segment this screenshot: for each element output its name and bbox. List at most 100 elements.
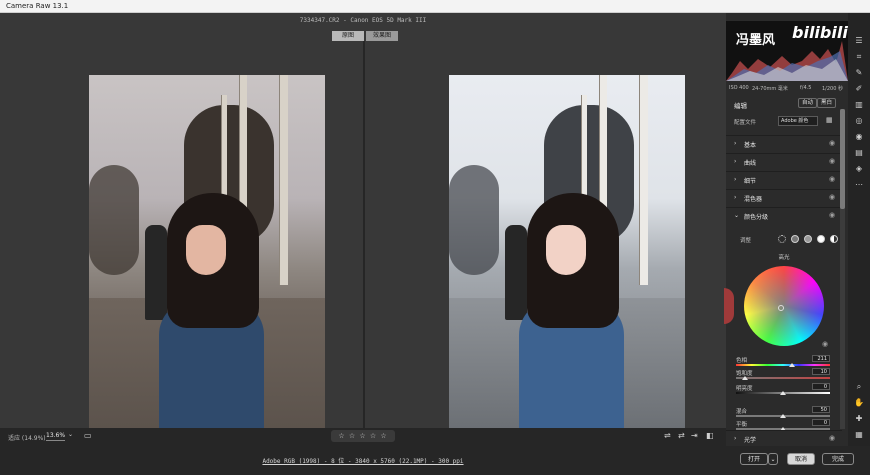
copy-settings-icon[interactable]: ⇥ [691, 431, 698, 440]
auto-button[interactable]: 自动 [798, 98, 818, 108]
black-white-button[interactable]: 黑白 [817, 98, 837, 108]
blending-slider-thumb[interactable] [780, 414, 786, 418]
profile-browser-icon[interactable]: ▦ [826, 116, 833, 124]
open-options-button[interactable]: ⌄ [768, 453, 778, 465]
edit-title: 编辑 [734, 102, 747, 110]
zoom-select[interactable]: 13.6% [46, 432, 66, 441]
chevron-right-icon: › [734, 158, 737, 165]
eye-icon[interactable]: ◉ [829, 175, 835, 183]
eye-icon[interactable]: ◉ [829, 193, 835, 201]
watermark-logo: bilibili [792, 23, 848, 42]
section-mixer[interactable]: › 混色器 ◉ [726, 189, 842, 205]
color-wheel-handle[interactable] [778, 305, 784, 311]
after-photo [449, 75, 685, 428]
zoom-fit-label[interactable]: 适应 (14.9%) [8, 433, 46, 442]
balance-value[interactable]: 0 [812, 419, 830, 426]
hue-label: 色相 [736, 358, 748, 364]
sync-icon[interactable]: ⇄ [678, 431, 685, 440]
global-icon[interactable] [830, 235, 838, 243]
edit-tool-icon[interactable]: ☰ [853, 35, 865, 47]
hand-icon[interactable]: ✋ [853, 397, 865, 409]
saturation-slider-thumb[interactable] [742, 376, 748, 380]
chevron-right-icon: › [734, 194, 737, 201]
open-button[interactable]: 打开 [740, 453, 768, 465]
balance-label: 平衡 [736, 422, 748, 428]
tool-strip: ☰ ⌗ ✎ ✐ ▥ ◎ ◉ ▤ ◈ ⋯ ⌕ ✋ ✚ ▦ [848, 13, 870, 446]
filmstrip-icon[interactable]: ▭ [84, 431, 92, 440]
aperture-value: f/4.5 [800, 85, 812, 91]
watermark-text: 冯墨风 [736, 33, 776, 48]
snapshots-icon[interactable]: ▤ [853, 147, 865, 159]
hue-slider-thumb[interactable] [789, 363, 795, 367]
shadows-icon[interactable] [791, 235, 799, 243]
cancel-button[interactable]: 取消 [787, 453, 815, 465]
radial-filter-icon[interactable]: ◎ [853, 115, 865, 127]
profile-label: 配置文件 [734, 120, 757, 126]
more-icon[interactable]: ⋯ [853, 179, 865, 191]
eye-icon[interactable]: ◉ [829, 434, 835, 442]
done-button[interactable]: 完成 [822, 453, 854, 465]
three-way-icon[interactable] [778, 235, 786, 243]
adjust-label: 调整 [740, 238, 752, 244]
hue-value[interactable]: 211 [812, 355, 830, 362]
profile-select[interactable]: Adobe 颜色 [778, 116, 818, 126]
chevron-down-icon[interactable]: ⌄ [68, 431, 73, 438]
eye-icon[interactable]: ◉ [829, 157, 835, 165]
file-title: 7334347.CR2 - Canon EOS 5D Mark III [299, 17, 427, 24]
presets-icon[interactable]: ◈ [853, 163, 865, 175]
split-divider [363, 41, 365, 428]
gradient-icon[interactable]: ▥ [853, 99, 865, 111]
color-wheel[interactable] [744, 266, 824, 346]
grid-overlay-icon[interactable]: ▦ [853, 429, 865, 441]
section-color-grading[interactable]: ⌄ 颜色分级 ◉ [726, 207, 842, 223]
midtones-icon[interactable] [804, 235, 812, 243]
section-basic[interactable]: › 基本 ◉ [726, 135, 842, 151]
eye-icon[interactable]: ◉ [822, 340, 828, 348]
luminance-label: 明亮度 [736, 386, 753, 392]
luminance-slider-thumb[interactable] [780, 391, 786, 395]
chevron-right-icon: › [734, 435, 737, 442]
blending-value[interactable]: 50 [812, 406, 830, 413]
chevron-right-icon: › [734, 140, 737, 147]
sampler-icon[interactable]: ✚ [853, 413, 865, 425]
zoom-icon[interactable]: ⌕ [853, 381, 865, 393]
before-view-button[interactable]: 原图 [332, 31, 364, 41]
luminance-arc[interactable] [724, 288, 734, 324]
rating-stars[interactable]: ☆ ☆ ☆ ☆ ☆ [331, 430, 395, 442]
preview-bottom-bar: 适应 (14.9%) 13.6% ⌄ ▭ ☆ ☆ ☆ ☆ ☆ ⇌ ⇄ ⇥ ◧ [0, 428, 726, 446]
heal-brush-icon[interactable]: ✎ [853, 67, 865, 79]
after-view-button[interactable]: 效果图 [366, 31, 398, 41]
edit-panel: 冯墨风 bilibili ISO 400 24-70mm 毫米 f/4.5 1/… [724, 13, 848, 446]
chevron-down-icon: ⌄ [734, 212, 740, 219]
histogram: 冯墨风 bilibili [726, 21, 848, 81]
section-curve[interactable]: › 曲线 ◉ [726, 153, 842, 169]
shutter-value: 1/200 秒 [822, 86, 843, 92]
wheel-label: 高光 [778, 255, 790, 261]
window-title: Camera Raw 13.1 [6, 2, 69, 10]
workflow-options-link[interactable]: Adobe RGB (1998) - 8 位 - 3840 x 5760 (22… [0, 456, 726, 465]
section-detail[interactable]: › 细节 ◉ [726, 171, 842, 187]
footer-bar: Adobe RGB (1998) - 8 位 - 3840 x 5760 (22… [0, 446, 870, 475]
iso-value: ISO 400 [729, 85, 749, 91]
before-photo [89, 75, 325, 428]
saturation-value[interactable]: 10 [812, 368, 830, 375]
chevron-right-icon: › [734, 176, 737, 183]
crop-icon[interactable]: ⌗ [853, 51, 865, 63]
preview-area: 7334347.CR2 - Canon EOS 5D Mark III 原图 效… [0, 13, 726, 428]
blending-label: 混合 [736, 409, 748, 415]
compare-view-icon[interactable]: ◧ [706, 431, 714, 440]
red-eye-icon[interactable]: ◉ [853, 131, 865, 143]
camera-metadata: ISO 400 24-70mm 毫米 f/4.5 1/200 秒 [726, 83, 848, 93]
saturation-slider[interactable] [736, 377, 830, 379]
swap-before-after-icon[interactable]: ⇌ [664, 431, 671, 440]
panel-scroll-thumb[interactable] [840, 109, 845, 209]
section-optics[interactable]: › 光学 ◉ [726, 430, 842, 446]
luminance-value[interactable]: 0 [812, 383, 830, 390]
hue-slider[interactable] [736, 364, 830, 366]
eye-icon[interactable]: ◉ [829, 139, 835, 147]
eye-icon[interactable]: ◉ [829, 211, 835, 219]
camera-raw-app: 7334347.CR2 - Canon EOS 5D Mark III 原图 效… [0, 13, 870, 475]
brush-icon[interactable]: ✐ [853, 83, 865, 95]
window-titlebar: Camera Raw 13.1 [0, 0, 870, 13]
highlights-icon[interactable] [817, 235, 825, 243]
